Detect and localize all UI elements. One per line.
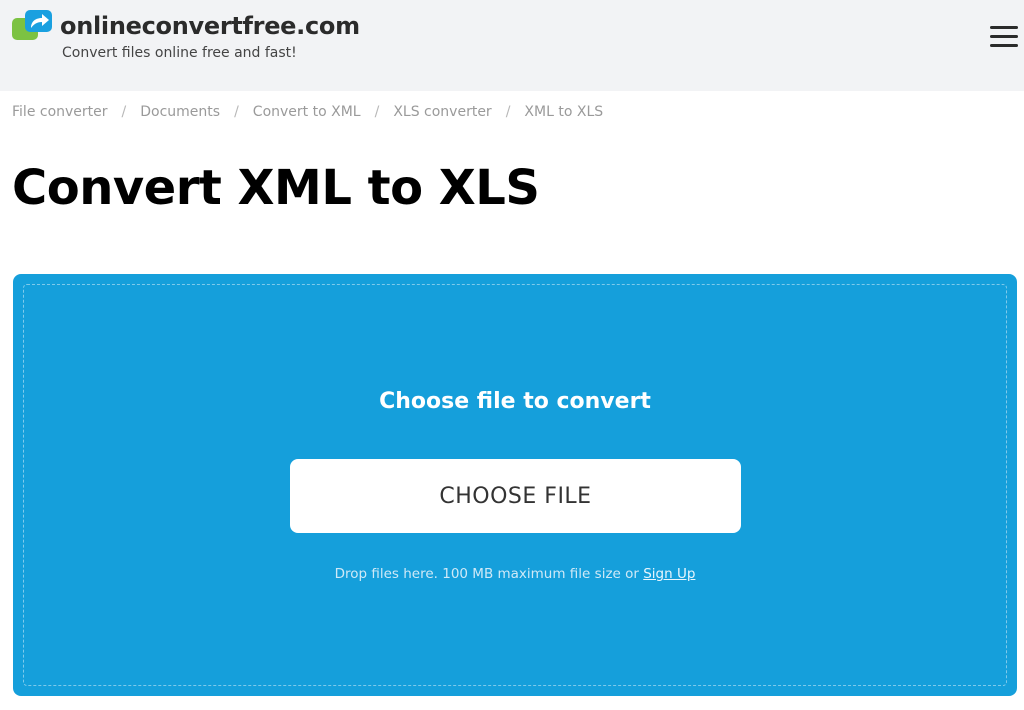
choose-file-button[interactable]: CHOOSE FILE (290, 459, 741, 533)
menu-bar (990, 44, 1018, 47)
site-tagline: Convert files online free and fast! (62, 45, 297, 61)
menu-bar (990, 35, 1018, 38)
share-arrow-logo-icon[interactable] (12, 10, 52, 42)
breadcrumb-separator: / (505, 104, 511, 120)
breadcrumb-convert-to-xml[interactable]: Convert to XML (253, 104, 361, 120)
breadcrumb-separator: / (234, 104, 239, 120)
site-header: onlineconvertfree.com Convert files onli… (0, 0, 1024, 91)
page-title: Convert XML to XLS (12, 160, 540, 216)
upload-panel: Choose file to convert CHOOSE FILE Drop … (13, 274, 1017, 696)
breadcrumb: File converter / Documents / Convert to XML /… (12, 104, 603, 120)
breadcrumb-file-converter[interactable]: File converter (12, 104, 108, 120)
breadcrumb-separator: / (374, 104, 380, 120)
breadcrumb-xls-converter[interactable]: XLS converter (393, 104, 491, 120)
menu-bar (990, 26, 1018, 29)
breadcrumb-xml-to-xls[interactable]: XML to XLS (524, 104, 603, 120)
site-brand[interactable]: onlineconvertfree.com (60, 12, 360, 40)
hamburger-menu-icon[interactable] (990, 26, 1018, 50)
upload-hint: Drop files here. 100 MB maximum file siz… (13, 566, 1017, 582)
breadcrumb-separator: / (121, 104, 127, 120)
upload-heading: Choose file to convert (379, 389, 651, 414)
breadcrumb-documents[interactable]: Documents (140, 104, 220, 120)
upload-hint-text: Drop files here. 100 MB maximum file siz… (334, 566, 644, 582)
signup-link[interactable]: Sign Up (643, 566, 695, 582)
